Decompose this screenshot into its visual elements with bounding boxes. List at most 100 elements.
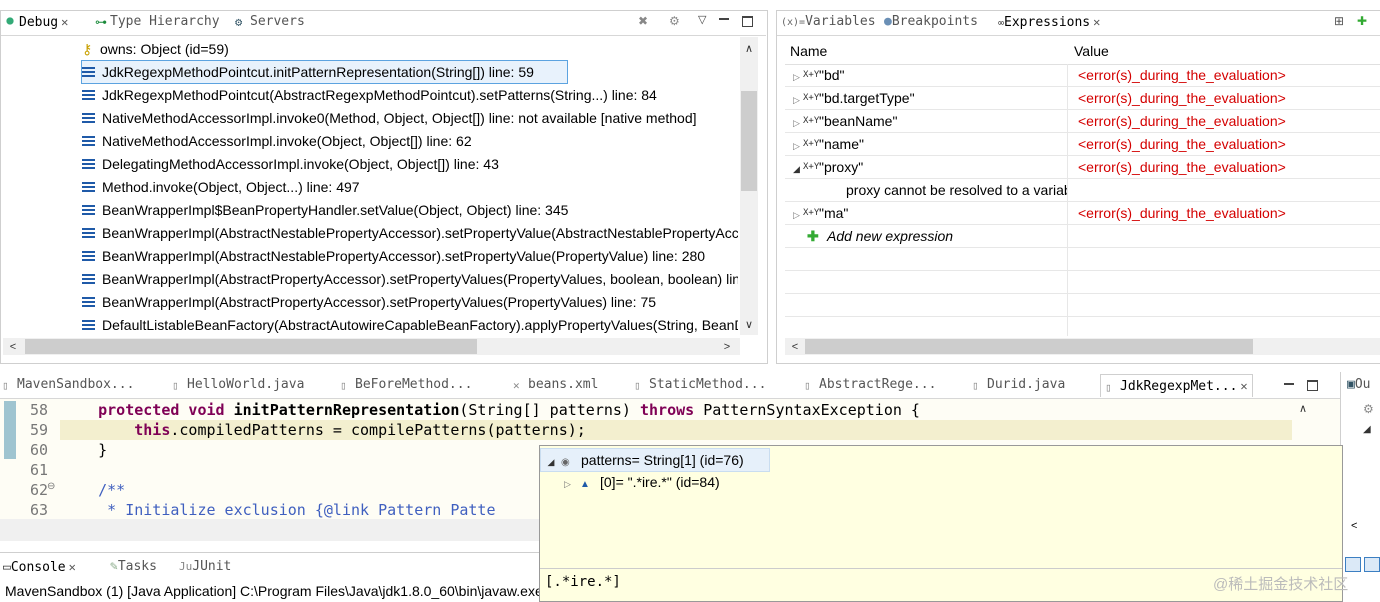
code-token: PatternSyntaxException {: [694, 401, 920, 419]
tab-expressions[interactable]: ∞Expressions ✕: [998, 11, 1100, 33]
stack-frame-icon: [82, 228, 95, 239]
code-text: /**: [62, 480, 125, 500]
stack-frame-row[interactable]: BeanWrapperImpl$BeanPropertyHandler.setV…: [82, 199, 738, 221]
tab-type-hierarchy[interactable]: ⊶ Type Hierarchy: [95, 11, 220, 33]
stack-frame-row[interactable]: Method.invoke(Object, Object...) line: 4…: [82, 176, 738, 198]
editor-tab[interactable]: ▯ JdkRegexpMet... ✕: [1100, 374, 1253, 397]
maximize-icon[interactable]: [742, 16, 753, 27]
editor-tab-label: beans.xml: [528, 377, 599, 392]
add-new-expression-row[interactable]: ✚ Add new expression: [785, 225, 1380, 248]
java-file-icon: ▯: [172, 379, 179, 392]
java-file-icon: ▯: [972, 379, 979, 392]
debug-vertical-scrollbar[interactable]: ∧ ∨: [740, 37, 758, 335]
maximize-icon[interactable]: [1307, 380, 1318, 391]
stack-frame-row[interactable]: DefaultListableBeanFactory(AbstractAutow…: [82, 314, 738, 336]
debug-horizontal-scrollbar[interactable]: < >: [3, 338, 740, 355]
stack-frame-row[interactable]: NativeMethodAccessorImpl.invoke(Object, …: [82, 130, 738, 152]
fold-icon[interactable]: ⊖: [47, 481, 55, 492]
popup-tree-child[interactable]: ▷ ▲ [0]= ".*ire.*" (id=84): [564, 471, 720, 493]
tab-console[interactable]: ▭Console ✕: [3, 556, 76, 578]
scroll-up-arrow-icon[interactable]: ∧: [1295, 401, 1311, 417]
editor-tab[interactable]: ▯ Durid.java: [972, 374, 1065, 396]
java-file-icon: ▯: [2, 379, 9, 392]
scroll-right-arrow-icon[interactable]: >: [719, 339, 735, 355]
scroll-left-arrow-icon[interactable]: <: [787, 339, 803, 355]
tree-icon[interactable]: ⊞: [1334, 14, 1344, 28]
stack-frame-row[interactable]: NativeMethodAccessorImpl.invoke0(Method,…: [82, 107, 738, 129]
outline-icon: ▣: [1347, 377, 1355, 392]
tab-breakpoints[interactable]: ●Breakpoints: [884, 11, 978, 33]
stack-frame-row[interactable]: BeanWrapperImpl(AbstractPropertyAccessor…: [82, 268, 738, 290]
minimize-icon[interactable]: [719, 15, 729, 20]
collapse-arrow-icon[interactable]: ◢: [541, 451, 561, 473]
close-icon[interactable]: ✕: [61, 15, 68, 29]
tab-servers[interactable]: ⚙ Servers: [235, 11, 305, 33]
expand-arrow-icon[interactable]: ▷: [793, 89, 803, 111]
editor-tab[interactable]: ▯ HelloWorld.java: [172, 374, 304, 396]
expression-row-bd[interactable]: ▷ X+Y"bd" <error(s)_during_the_evaluation…: [785, 64, 1380, 87]
column-header-value[interactable]: Value: [1074, 43, 1109, 59]
chevron-down-icon[interactable]: ▽: [698, 13, 706, 26]
stack-frame-label: BeanWrapperImpl(AbstractNestableProperty…: [102, 248, 706, 264]
expand-arrow-icon[interactable]: ▷: [793, 135, 803, 157]
scroll-down-arrow-icon[interactable]: ∨: [741, 317, 757, 333]
editor-tab[interactable]: ▯ BeForeMethod...: [340, 374, 472, 396]
close-icon[interactable]: ✕: [1240, 379, 1247, 393]
stack-frame-icon: [82, 251, 95, 262]
editor-tab[interactable]: ✕ beans.xml: [513, 374, 598, 396]
variables-icon: (x)=: [781, 17, 806, 28]
editor-tab[interactable]: ▯ MavenSandbox...: [2, 374, 134, 396]
console-toolbar-icon[interactable]: [1345, 557, 1361, 572]
expand-arrow-icon[interactable]: ▷: [564, 473, 580, 495]
minimize-icon[interactable]: [1284, 380, 1294, 385]
view-menu-icon[interactable]: ⚙: [669, 14, 683, 28]
editor-tab-label: JdkRegexpMet...: [1120, 379, 1238, 394]
tab-junit[interactable]: JuJUnit: [179, 556, 231, 578]
editor-tab[interactable]: ▯ StaticMethod...: [634, 374, 766, 396]
add-watch-icon[interactable]: ✚: [1357, 14, 1367, 28]
stack-frame-icon: [82, 90, 95, 101]
close-icon[interactable]: ✕: [69, 560, 76, 574]
expression-row-beanname[interactable]: ▷ X+Y"beanName" <error(s)_during_the_eval…: [785, 110, 1380, 133]
scroll-up-arrow-icon[interactable]: ∧: [741, 41, 757, 57]
expression-row-bd-targettype[interactable]: ▷ X+Y"bd.targetType" <error(s)_during_the…: [785, 87, 1380, 110]
console-toolbar-icon[interactable]: [1364, 557, 1380, 572]
h-scroll-thumb[interactable]: [25, 339, 477, 354]
owns-monitor-row[interactable]: ⚷ owns: Object (id=59): [82, 38, 229, 60]
expression-row-name[interactable]: ▷ X+Y"name" <error(s)_during_the_evaluati…: [785, 133, 1380, 156]
code-text: protected void initPatternRepresentation…: [62, 400, 920, 420]
editor-tab-label: StaticMethod...: [649, 377, 767, 392]
outline-expand-icon[interactable]: ◢: [1363, 424, 1371, 435]
popup-tree-root[interactable]: ◢ ◉ patterns= String[1] (id=76): [540, 448, 770, 472]
remove-terminated-icon[interactable]: ✖: [638, 14, 652, 28]
popup-divider: [540, 568, 1342, 569]
scroll-thumb[interactable]: [741, 91, 757, 191]
expand-arrow-icon[interactable]: ▷: [793, 112, 803, 134]
stack-frame-row[interactable]: DelegatingMethodAccessorImpl.invoke(Obje…: [82, 153, 738, 175]
editor-tab[interactable]: ▯ AbstractRege...: [804, 374, 936, 396]
code-token: throws: [640, 401, 695, 419]
stack-frame-row[interactable]: BeanWrapperImpl(AbstractNestableProperty…: [82, 245, 738, 267]
stack-frame-row[interactable]: BeanWrapperImpl(AbstractPropertyAccessor…: [82, 291, 738, 313]
h-scroll-thumb[interactable]: [805, 339, 1253, 354]
expression-row-proxy[interactable]: ◢ X+Y"proxy" <error(s)_during_the_evaluat…: [785, 156, 1380, 179]
scroll-left-arrow-icon[interactable]: <: [1351, 520, 1357, 532]
tab-outline[interactable]: ▣Ou: [1347, 374, 1370, 396]
stack-frame-row[interactable]: JdkRegexpMethodPointcut.initPatternRepre…: [81, 60, 568, 84]
tab-tasks[interactable]: ✎Tasks: [110, 556, 157, 578]
scroll-left-arrow-icon[interactable]: <: [5, 339, 21, 355]
stack-frame-row[interactable]: BeanWrapperImpl(AbstractNestableProperty…: [82, 222, 738, 244]
expression-row-proxy-child[interactable]: proxy cannot be resolved to a variable: [785, 179, 1380, 202]
tab-debug[interactable]: Debug ✕: [4, 11, 68, 33]
tab-variables[interactable]: (x)=Variables: [781, 11, 876, 33]
column-header-name[interactable]: Name: [790, 43, 827, 59]
outline-icon-small[interactable]: ⚙: [1363, 402, 1374, 416]
expressions-horizontal-scrollbar[interactable]: <: [785, 338, 1380, 355]
expand-arrow-icon[interactable]: ▷: [793, 204, 803, 226]
expand-arrow-icon[interactable]: ▷: [793, 66, 803, 88]
expression-row-ma[interactable]: ▷ X+Y"ma" <error(s)_during_the_evaluation…: [785, 202, 1380, 225]
close-icon[interactable]: ✕: [1093, 15, 1100, 29]
collapse-arrow-icon[interactable]: ◢: [793, 158, 803, 180]
editor-hscroll[interactable]: [0, 519, 540, 541]
stack-frame-row[interactable]: JdkRegexpMethodPointcut(AbstractRegexpMe…: [82, 84, 738, 106]
